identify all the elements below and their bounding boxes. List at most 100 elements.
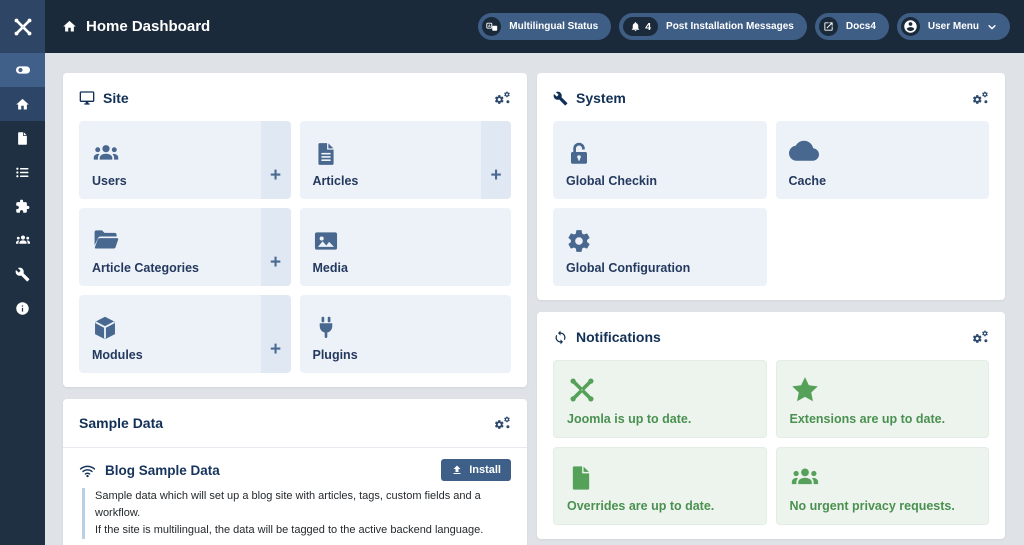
site-panel-header: Site (79, 85, 511, 111)
tile-privacy-requests-status[interactable]: No urgent privacy requests. (776, 447, 990, 525)
sidebar-item-components[interactable] (0, 189, 45, 223)
chevron-down-icon (987, 22, 997, 32)
user-menu-label: User Menu (928, 21, 979, 32)
sync-icon (553, 330, 568, 345)
post-installation-messages-button[interactable]: 4 Post Installation Messages (619, 13, 807, 40)
monitor-icon (79, 90, 95, 106)
wrench-icon (553, 91, 568, 106)
system-options-button[interactable] (972, 90, 989, 107)
tile-label: Media (313, 261, 348, 275)
right-column: System Global Checkin Cache (537, 73, 1005, 545)
user-icon (901, 17, 920, 36)
system-panel: System Global Checkin Cache (537, 73, 1005, 300)
home-icon (62, 19, 77, 34)
tile-label: Users (92, 174, 127, 188)
help-info-icon (15, 301, 30, 316)
unlock-icon (566, 141, 592, 167)
wifi-icon (79, 462, 96, 479)
external-link-icon (819, 17, 838, 36)
page-title: Home Dashboard (62, 18, 210, 35)
sample-data-panel: Sample Data Blog Sample Data Install Sam… (63, 399, 527, 545)
tile-extensions-update-status[interactable]: Extensions are up to date. (776, 360, 990, 438)
cogs-icon (494, 415, 511, 432)
sidebar (0, 53, 45, 545)
site-panel: Site Users + Articles + (63, 73, 527, 387)
tile-articles[interactable]: Articles + (300, 121, 512, 199)
home-icon (15, 97, 30, 112)
sidebar-menu-toggle[interactable] (0, 53, 45, 87)
status-text: No urgent privacy requests. (790, 499, 955, 513)
tile-plugins[interactable]: Plugins (300, 295, 512, 373)
cogs-icon (972, 329, 989, 346)
docs-button[interactable]: Docs4 (815, 13, 889, 40)
sidebar-item-users[interactable] (0, 223, 45, 257)
system-wrench-icon (15, 267, 30, 282)
joomla-logo[interactable] (0, 0, 45, 53)
upload-icon (451, 464, 463, 476)
cloud-icon (789, 137, 819, 167)
sample-data-header: Sample Data (63, 399, 527, 447)
install-button[interactable]: Install (441, 459, 511, 481)
add-article-button[interactable]: + (481, 121, 511, 199)
tile-label: Modules (92, 348, 143, 362)
messages-count-badge: 4 (623, 17, 658, 36)
main-content: Site Users + Articles + (45, 53, 1024, 545)
tile-overrides-status[interactable]: Overrides are up to date. (553, 447, 767, 525)
users-icon (92, 139, 120, 167)
status-text: Joomla is up to date. (567, 412, 691, 426)
star-icon (790, 375, 820, 405)
bell-icon (630, 21, 641, 32)
sample-data-title: Sample Data (79, 415, 163, 431)
tile-cache[interactable]: Cache (776, 121, 990, 199)
file-icon (567, 464, 595, 492)
tile-users[interactable]: Users + (79, 121, 291, 199)
gear-icon (566, 228, 592, 254)
topbar: Home Dashboard Multilingual Status 4 Pos… (0, 0, 1024, 53)
menus-list-icon (15, 165, 30, 180)
notifications-panel-header: Notifications (553, 324, 989, 350)
tile-global-checkin[interactable]: Global Checkin (553, 121, 767, 199)
notifications-options-button[interactable] (972, 329, 989, 346)
tile-article-categories[interactable]: Article Categories + (79, 208, 291, 286)
sidebar-item-system[interactable] (0, 257, 45, 291)
article-icon (313, 141, 339, 167)
site-panel-title: Site (103, 90, 129, 106)
users-icon (790, 462, 820, 492)
site-options-button[interactable] (494, 90, 511, 107)
sidebar-item-menus[interactable] (0, 155, 45, 189)
cube-icon (92, 315, 118, 341)
multilingual-status-button[interactable]: Multilingual Status (478, 13, 611, 40)
content-file-icon (15, 131, 30, 146)
sidebar-item-home[interactable] (0, 87, 45, 121)
language-icon (482, 17, 501, 36)
notification-tiles: Joomla is up to date. Extensions are up … (553, 360, 989, 525)
messages-count: 4 (645, 21, 651, 33)
tile-label: Article Categories (92, 261, 199, 275)
sample-data-options-button[interactable] (494, 415, 511, 432)
blog-sample-data-item: Blog Sample Data Install Sample data whi… (63, 447, 527, 545)
left-column: Site Users + Articles + (63, 73, 527, 545)
joomla-icon (567, 375, 597, 405)
user-menu-button[interactable]: User Menu (897, 13, 1010, 40)
add-user-button[interactable]: + (261, 121, 291, 199)
sidebar-item-help[interactable] (0, 291, 45, 325)
tile-label: Articles (313, 174, 359, 188)
docs-label: Docs4 (846, 21, 876, 32)
tile-global-configuration[interactable]: Global Configuration (553, 208, 767, 286)
add-category-button[interactable]: + (261, 208, 291, 286)
system-tiles: Global Checkin Cache Global Configuratio… (553, 121, 989, 286)
joomla-logo-icon (12, 16, 34, 38)
tile-joomla-update-status[interactable]: Joomla is up to date. (553, 360, 767, 438)
tile-label: Global Checkin (566, 174, 657, 188)
site-tiles: Users + Articles + Article Categories (79, 121, 511, 373)
sidebar-item-content[interactable] (0, 121, 45, 155)
components-puzzle-icon (15, 199, 30, 214)
add-module-button[interactable]: + (261, 295, 291, 373)
topbar-actions: Multilingual Status 4 Post Installation … (478, 13, 1024, 40)
tile-modules[interactable]: Modules + (79, 295, 291, 373)
notifications-panel-title: Notifications (576, 329, 661, 345)
tile-media[interactable]: Media (300, 208, 512, 286)
status-text: Overrides are up to date. (567, 499, 714, 513)
status-text: Extensions are up to date. (790, 412, 946, 426)
cogs-icon (494, 90, 511, 107)
